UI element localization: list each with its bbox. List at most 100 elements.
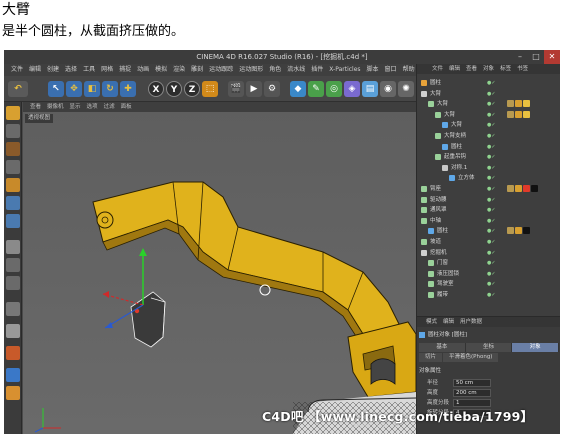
menu-item-7[interactable]: 动画: [134, 64, 152, 76]
recent-tool-icon[interactable]: ✚: [120, 81, 136, 97]
material-tag-icon[interactable]: [523, 100, 530, 108]
object-row[interactable]: 通风罩 ●✓: [417, 205, 560, 215]
close-button[interactable]: ✕: [544, 50, 560, 64]
visibility-check-icon[interactable]: ●✓: [487, 165, 499, 171]
object-row[interactable]: 大臂支柄 ●✓: [417, 131, 560, 141]
object-row[interactable]: 对称.1 ●✓: [417, 163, 560, 173]
attribute-tab-1[interactable]: 坐标: [465, 343, 513, 352]
visibility-check-icon[interactable]: ●✓: [487, 122, 499, 128]
object-row[interactable]: 门窗 ●✓: [417, 258, 560, 268]
visibility-check-icon[interactable]: ●✓: [487, 112, 499, 118]
menu-item-17[interactable]: 脚本: [364, 64, 382, 76]
object-row[interactable]: 圆柱 ●✓: [417, 226, 560, 236]
property-value-field[interactable]: 50 cm: [453, 379, 491, 387]
floor-icon[interactable]: ▤: [362, 81, 378, 97]
object-row[interactable]: 立方体 ●✓: [417, 173, 560, 183]
object-menu-item-2[interactable]: 查看: [463, 64, 480, 74]
material-tag-icon[interactable]: [507, 110, 514, 118]
visibility-check-icon[interactable]: ●✓: [487, 207, 499, 213]
object-row[interactable]: 大臂 ●✓: [417, 99, 560, 109]
minimize-button[interactable]: –: [512, 50, 528, 64]
property-value-field[interactable]: 200 cm: [453, 389, 491, 397]
viewport-menu-item-1[interactable]: 摄像机: [44, 102, 67, 112]
render-settings-icon[interactable]: ⚙: [264, 81, 280, 97]
soft-selection-icon[interactable]: [6, 302, 20, 316]
visibility-check-icon[interactable]: ●✓: [487, 101, 499, 107]
object-row[interactable]: 圆柱 ●✓: [417, 142, 560, 152]
menu-item-13[interactable]: 角色: [266, 64, 284, 76]
material-tag-icon[interactable]: [515, 100, 522, 108]
viewport-menu-item-3[interactable]: 选项: [84, 102, 101, 112]
menu-item-10[interactable]: 雕刻: [188, 64, 206, 76]
material-tag-icon[interactable]: [523, 110, 530, 118]
object-row[interactable]: 挖掘机 ●✓: [417, 248, 560, 258]
object-row[interactable]: 履带 ●✓: [417, 290, 560, 300]
visibility-check-icon[interactable]: ●✓: [487, 186, 499, 192]
menu-item-12[interactable]: 运动图形: [236, 64, 266, 76]
object-row[interactable]: 大臂 ●✓: [417, 89, 560, 99]
bulb-icon[interactable]: [6, 386, 20, 400]
visibility-check-icon[interactable]: ●✓: [487, 197, 499, 203]
viewport-menu-item-0[interactable]: 查看: [27, 102, 44, 112]
menu-item-3[interactable]: 选择: [62, 64, 80, 76]
axis-z-button[interactable]: Z: [184, 81, 200, 97]
material-tag-icon[interactable]: [515, 227, 522, 235]
object-row[interactable]: 中轴 ●✓: [417, 216, 560, 226]
material-tag-icon[interactable]: [523, 227, 530, 235]
workplane-lock-icon[interactable]: [6, 368, 20, 382]
rotate-tool-icon[interactable]: ↻: [102, 81, 118, 97]
viewport-menu-item-5[interactable]: 面板: [118, 102, 135, 112]
sculpt-icon[interactable]: [6, 324, 20, 338]
menu-item-11[interactable]: 运动跟踪: [206, 64, 236, 76]
object-menu-item-0[interactable]: 文件: [429, 64, 446, 74]
cube-primitive-icon[interactable]: ◆: [290, 81, 306, 97]
object-row[interactable]: 圆柱 ●✓: [417, 78, 560, 88]
menu-item-19[interactable]: 帮助: [400, 64, 418, 76]
object-menu-item-5[interactable]: 书签: [514, 64, 531, 74]
select-tool-icon[interactable]: ↖: [48, 81, 64, 97]
attribute-tab-2[interactable]: 对象: [512, 343, 560, 352]
attribute-tab-0[interactable]: 基本: [419, 343, 466, 352]
coord-system-icon[interactable]: ⬚: [202, 81, 218, 97]
workplane-icon[interactable]: [6, 160, 20, 174]
menu-item-14[interactable]: 流水线: [284, 64, 308, 76]
polygons-mode-icon[interactable]: [6, 214, 20, 228]
menu-item-8[interactable]: 模拟: [152, 64, 170, 76]
visibility-check-icon[interactable]: ●✓: [487, 133, 499, 139]
object-row[interactable]: 大臂 ●✓: [417, 110, 560, 120]
light-icon[interactable]: ✺: [398, 81, 414, 97]
menu-item-18[interactable]: 窗口: [382, 64, 400, 76]
visibility-check-icon[interactable]: ●✓: [487, 91, 499, 97]
menu-item-6[interactable]: 捕捉: [116, 64, 134, 76]
visibility-check-icon[interactable]: ●✓: [487, 144, 499, 150]
move-tool-icon[interactable]: ✥: [66, 81, 82, 97]
material-tag-icon[interactable]: [507, 227, 514, 235]
material-tag-icon[interactable]: [507, 185, 514, 192]
object-row[interactable]: 驾驶室 ●✓: [417, 279, 560, 289]
visibility-check-icon[interactable]: ●✓: [487, 218, 499, 224]
deformer-icon[interactable]: ◈: [344, 81, 360, 97]
perspective-viewport[interactable]: 查看 摄像机 显示 选项 过滤 面板 透视视图 网格间距：1000 cm: [23, 102, 416, 434]
object-row[interactable]: 液压固锁 ●✓: [417, 269, 560, 279]
menu-item-1[interactable]: 编辑: [26, 64, 44, 76]
object-row[interactable]: 起重吊钩 ●✓: [417, 152, 560, 162]
points-mode-icon[interactable]: [6, 178, 20, 192]
camera-icon[interactable]: ◉: [380, 81, 396, 97]
object-menu-item-3[interactable]: 对象: [480, 64, 497, 74]
menu-item-4[interactable]: 工具: [80, 64, 98, 76]
object-row[interactable]: 大臂 ●✓: [417, 120, 560, 130]
object-menu-item-1[interactable]: 编辑: [446, 64, 463, 74]
object-menu-item-4[interactable]: 标签: [497, 64, 514, 74]
visibility-check-icon[interactable]: ●✓: [487, 292, 499, 298]
texture-mode-icon[interactable]: [6, 142, 20, 156]
scale-tool-icon[interactable]: ◧: [84, 81, 100, 97]
visibility-check-icon[interactable]: ●✓: [487, 175, 499, 181]
attribute-subtab-1[interactable]: 平滑着色(Phong): [443, 353, 499, 362]
visibility-check-icon[interactable]: ●✓: [487, 228, 499, 234]
axis-x-button[interactable]: X: [148, 81, 164, 97]
magnet-icon[interactable]: [6, 346, 20, 360]
visibility-check-icon[interactable]: ●✓: [487, 239, 499, 245]
viewport-menu-item-2[interactable]: 显示: [67, 102, 84, 112]
menu-item-0[interactable]: 文件: [8, 64, 26, 76]
menu-item-15[interactable]: 插件: [308, 64, 326, 76]
